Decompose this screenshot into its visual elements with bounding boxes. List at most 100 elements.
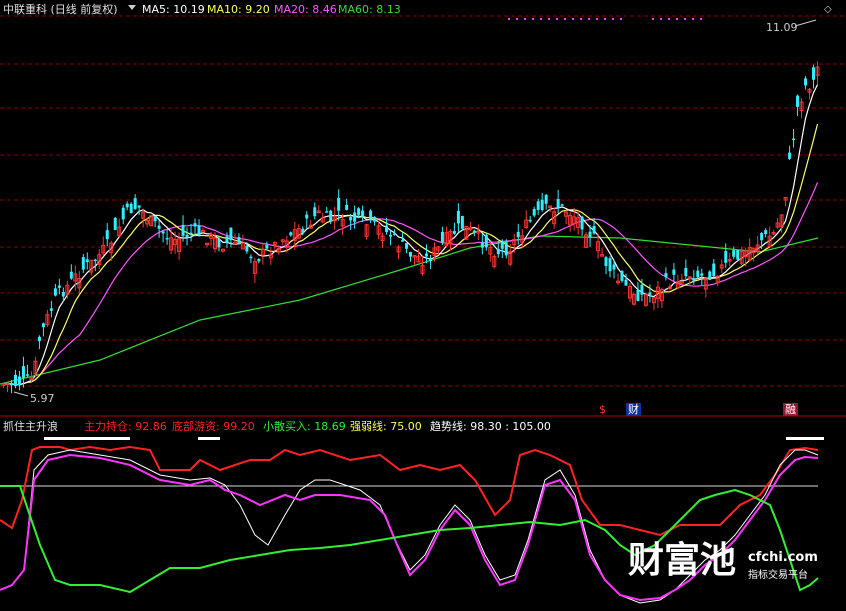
candle-body-down (796, 95, 800, 107)
candle-body-down (189, 232, 193, 235)
candle-body-down (636, 289, 640, 301)
candle-body-down (61, 291, 65, 297)
candle-body-down (49, 308, 53, 311)
candle-body-down (484, 234, 488, 248)
candle-body-down (692, 278, 696, 281)
candle-body-down (736, 250, 740, 260)
chart-canvas (0, 15, 846, 604)
candle-body-down (664, 273, 668, 278)
marker-dot (620, 18, 622, 20)
candle-body-down (684, 267, 688, 277)
candle-body-down (353, 212, 357, 222)
candle-body-down (225, 236, 229, 243)
marker-dot (596, 18, 598, 20)
marker-dot (572, 18, 574, 20)
ma20-readout: MA20: 8.46 (274, 3, 337, 16)
candle-body-down (133, 198, 137, 209)
high-arrow (794, 19, 817, 27)
candle-body-down (500, 242, 504, 249)
candle-body-down (373, 217, 377, 222)
stock-title[interactable]: 中联重科 (日线 前复权) (3, 3, 118, 17)
event-marker-dollar[interactable]: $ (599, 403, 606, 416)
event-marker-finance[interactable]: 财 (626, 403, 641, 416)
candle-body-down (17, 376, 21, 386)
chevron-down-icon[interactable] (128, 4, 136, 11)
candle-body-down (313, 207, 317, 217)
ma60-readout: MA60: 8.13 (338, 3, 401, 16)
marker-dot (524, 18, 526, 20)
marker-dot (564, 18, 566, 20)
candle-body-down (237, 237, 241, 245)
candle-body-down (812, 67, 816, 80)
candle-body-down (540, 199, 544, 210)
candle-body-down (788, 152, 792, 159)
indicator-title[interactable]: 抓住主升浪 (3, 420, 58, 434)
ma20-line (3, 182, 819, 386)
candle-body-down (624, 279, 628, 286)
watermark-logo: 财富池 (628, 540, 737, 581)
candle-body-down (181, 224, 185, 236)
candle-body-down (580, 216, 584, 230)
candle-body-down (760, 233, 764, 241)
candle-body-down (640, 284, 644, 295)
candle-body-down (37, 336, 41, 342)
candle-body-down (393, 233, 397, 235)
candle-body-down (137, 205, 141, 208)
marker-dot (540, 18, 542, 20)
candle-body-down (25, 374, 29, 376)
candle-body-down (165, 237, 169, 240)
candle-body-down (85, 259, 89, 263)
marker-dot (508, 18, 510, 20)
candle-body-down (608, 258, 612, 272)
candle-body-down (229, 227, 233, 241)
candle-body-down (185, 234, 189, 238)
candle-body-down (93, 259, 97, 262)
candle-body-down (257, 259, 261, 262)
candle-body-down (361, 210, 365, 217)
candle-body-down (700, 273, 704, 276)
candle-body-down (424, 253, 428, 257)
candle-body-down (592, 225, 596, 234)
high-price-label: 11.09 (766, 21, 798, 34)
candle-body-down (409, 251, 413, 257)
candle-body-down (389, 234, 393, 237)
candle-body-down (460, 215, 464, 229)
candle-body-down (764, 230, 768, 235)
marker-dot (580, 18, 582, 20)
candle-body-down (357, 208, 361, 215)
candle-body-down (428, 258, 432, 262)
candle-body-down (405, 243, 409, 249)
marker-dot (548, 18, 550, 20)
candle-body-down (121, 207, 125, 220)
marker-dot (588, 18, 590, 20)
signal-bar (786, 437, 824, 440)
candle-body-down (556, 198, 560, 209)
retail-buy-readout: 小散买入: 18.69 (263, 420, 346, 433)
candle-body-down (544, 194, 548, 204)
candle-body-down (724, 250, 728, 263)
candle-body-down (129, 203, 133, 214)
event-marker-margin[interactable]: 融 (783, 403, 798, 416)
candle-body-down (265, 244, 269, 249)
marker-dot (532, 18, 534, 20)
ma20-path (3, 182, 819, 386)
candle-body-down (496, 248, 500, 255)
candle-body-down (385, 225, 389, 233)
signal-bar (198, 437, 220, 440)
main-hold-readout: 主力持仓: 92.86 (84, 420, 167, 433)
candle-body-down (452, 231, 456, 234)
candle-body-down (113, 217, 117, 230)
candle-body-down (472, 230, 476, 233)
trend-line-readout: 趋势线: 98.30 : 105.00 (430, 420, 551, 433)
candle-body-down (349, 217, 353, 221)
candle-body-down (105, 230, 109, 240)
marker-dot (660, 18, 662, 20)
candle-body-down (197, 225, 201, 235)
candle-body-down (157, 225, 161, 229)
diamond-icon[interactable]: ◇ (824, 3, 832, 17)
candle-body-down (536, 201, 540, 210)
candle-body-down (21, 366, 25, 378)
marker-dot (684, 18, 686, 20)
marker-dot (668, 18, 670, 20)
marker-dot (516, 18, 518, 20)
